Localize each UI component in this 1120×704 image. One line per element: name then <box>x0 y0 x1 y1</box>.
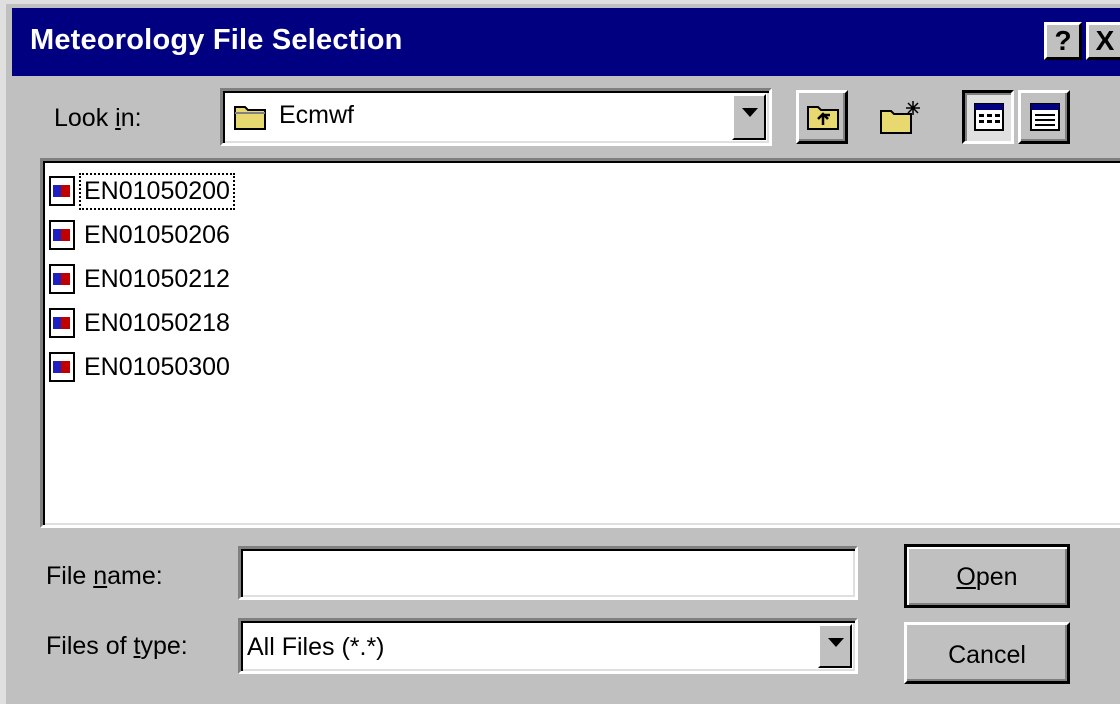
look-in-value: Ecmwf <box>279 101 354 129</box>
file-name: EN01050218 <box>84 308 230 337</box>
file-item[interactable]: EN01050200 <box>49 169 235 213</box>
up-one-level-icon <box>807 106 839 130</box>
open-button[interactable]: Open <box>904 544 1070 608</box>
title-bar[interactable]: Meteorology File Selection ? X <box>12 8 1120 76</box>
file-type-value: All Files (*.*) <box>247 633 385 661</box>
file-type-dropdown-button[interactable] <box>818 624 852 668</box>
meteorology-file-icon <box>49 308 75 338</box>
file-type-select[interactable]: All Files (*.*) <box>238 618 858 674</box>
details-view-button[interactable] <box>1018 90 1070 144</box>
window-title: Meteorology File Selection <box>30 24 403 56</box>
meteorology-file-icon <box>49 176 75 206</box>
file-name-label: File name: <box>46 562 163 590</box>
meteorology-file-icon <box>49 352 75 382</box>
file-item[interactable]: EN01050212 <box>49 257 233 301</box>
cancel-button[interactable]: Cancel <box>904 622 1070 684</box>
look-in-label: Look in: <box>54 104 142 132</box>
details-view-icon <box>1030 103 1060 131</box>
cancel-button-label: Cancel <box>948 641 1026 669</box>
create-new-folder-button[interactable] <box>868 90 932 144</box>
help-button[interactable]: ? <box>1044 22 1082 60</box>
meteorology-file-icon <box>49 220 75 250</box>
list-view-button[interactable] <box>962 90 1014 144</box>
meteorology-file-icon <box>49 264 75 294</box>
folder-icon <box>234 106 266 130</box>
look-in-dropdown-button[interactable] <box>732 94 766 140</box>
file-item[interactable]: EN01050300 <box>49 345 233 389</box>
file-list-pane[interactable]: EN01050200 EN01050206 EN01050212 EN01050… <box>40 158 1120 528</box>
file-item[interactable]: EN01050206 <box>49 213 233 257</box>
file-type-label: Files of type: <box>46 632 188 660</box>
open-button-label: Open <box>956 563 1018 591</box>
file-list: EN01050200 EN01050206 EN01050212 EN01050… <box>49 169 235 389</box>
close-button[interactable]: X <box>1086 22 1120 60</box>
file-name: EN01050206 <box>84 220 230 249</box>
file-name: EN01050300 <box>84 352 230 381</box>
file-name: EN01050200 <box>79 172 235 210</box>
list-view-icon <box>974 103 1004 131</box>
file-item[interactable]: EN01050218 <box>49 301 233 345</box>
up-one-level-button[interactable] <box>796 90 848 144</box>
file-name-input[interactable] <box>238 546 858 600</box>
file-name: EN01050212 <box>84 264 230 293</box>
file-selection-dialog: Meteorology File Selection ? X Look in: … <box>0 0 1120 704</box>
look-in-combobox[interactable]: Ecmwf <box>220 88 772 146</box>
create-new-folder-icon <box>880 101 920 134</box>
